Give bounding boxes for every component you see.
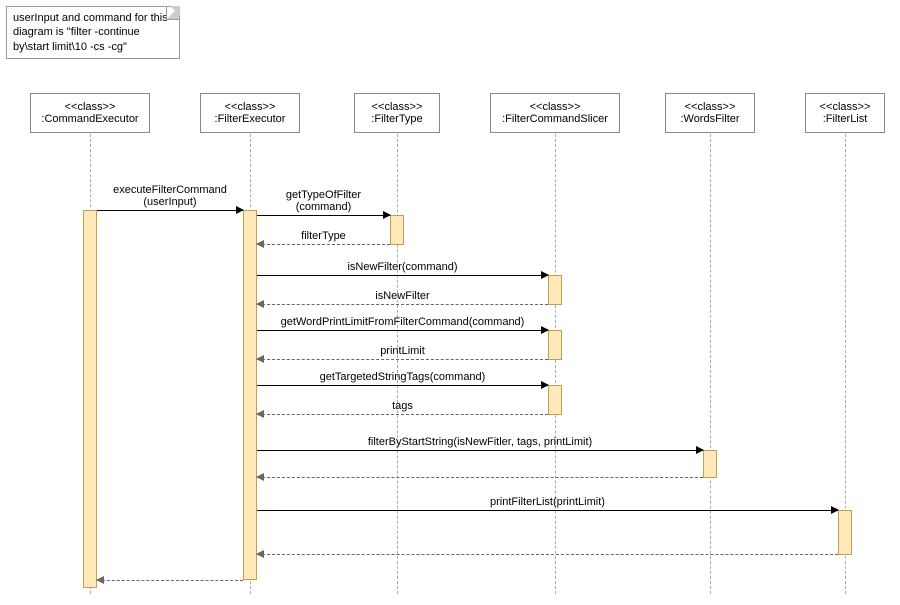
activation-filterexecutor [243,210,257,580]
msg-label: executeFilterCommand [113,184,227,196]
activation-slicer-1 [548,275,562,305]
msg-gettargetedstringtags: getTargetedStringTags(command) [257,385,548,386]
activation-slicer-3 [548,385,562,415]
lifeline-name: :WordsFilter [670,113,750,125]
lifeline-filtercommandslicer [555,134,556,594]
msg-filterbystartstring: filterByStartString(isNewFitler, tags, p… [257,450,703,451]
msg-return-commandexecutor [97,580,243,581]
lifeline-head-filtertype: <<class>> :FilterType [354,93,440,133]
stereotype: <<class>> [495,101,615,113]
msg-label: printFilterList(printLimit) [490,496,605,508]
stereotype: <<class>> [35,101,145,113]
msg-printfilterlist: printFilterList(printLimit) [257,510,838,511]
stereotype: <<class>> [205,101,295,113]
msg-return-filterlist [257,554,838,555]
msg-label: printLimit [380,345,425,357]
msg-executefiltercommand: executeFilterCommand (userInput) [97,210,243,211]
lifeline-name: :FilterList [810,113,880,125]
stereotype: <<class>> [670,101,750,113]
lifeline-head-filterexecutor: <<class>> :FilterExecutor [200,93,300,133]
diagram-note: userInput and command for this diagram i… [6,6,180,59]
msg-label: getWordPrintLimitFromFilterCommand(comma… [281,316,525,328]
msg-gettypeoffilter: getTypeOfFilter (command) [257,215,390,216]
lifeline-wordsfilter [710,134,711,594]
msg-return-isnewfilter: isNewFilter [257,304,548,305]
activation-wordsfilter [703,450,717,478]
activation-filtertype [390,215,404,245]
activation-filterlist [838,510,852,555]
msg-label: getTypeOfFilter [286,189,361,201]
stereotype: <<class>> [359,101,435,113]
msg-return-printlimit: printLimit [257,359,548,360]
lifeline-head-commandexecutor: <<class>> :CommandExecutor [30,93,150,133]
lifeline-name: :CommandExecutor [35,113,145,125]
lifeline-name: :FilterCommandSlicer [495,113,615,125]
lifeline-filtertype [397,134,398,594]
lifeline-head-wordsfilter: <<class>> :WordsFilter [665,93,755,133]
activation-commandexecutor [83,210,97,588]
msg-isnewfilter: isNewFilter(command) [257,275,548,276]
msg-return-filtertype: filterType [257,244,390,245]
activation-slicer-2 [548,330,562,360]
lifeline-name: :FilterType [359,113,435,125]
msg-return-tags: tags [257,414,548,415]
msg-label: isNewFilter [375,290,429,302]
msg-label-2: (command) [296,201,352,213]
msg-getwordprintlimit: getWordPrintLimitFromFilterCommand(comma… [257,330,548,331]
msg-label: tags [392,400,413,412]
lifeline-name: :FilterExecutor [205,113,295,125]
msg-label: filterByStartString(isNewFitler, tags, p… [368,436,592,448]
msg-label: getTargetedStringTags(command) [320,371,486,383]
lifeline-head-filterlist: <<class>> :FilterList [805,93,885,133]
stereotype: <<class>> [810,101,880,113]
msg-label: isNewFilter(command) [347,261,457,273]
lifeline-head-filtercommandslicer: <<class>> :FilterCommandSlicer [490,93,620,133]
msg-label: filterType [301,230,346,242]
msg-label-2: (userInput) [143,196,196,208]
msg-return-wordsfilter [257,477,703,478]
note-text: userInput and command for this diagram i… [13,12,168,53]
